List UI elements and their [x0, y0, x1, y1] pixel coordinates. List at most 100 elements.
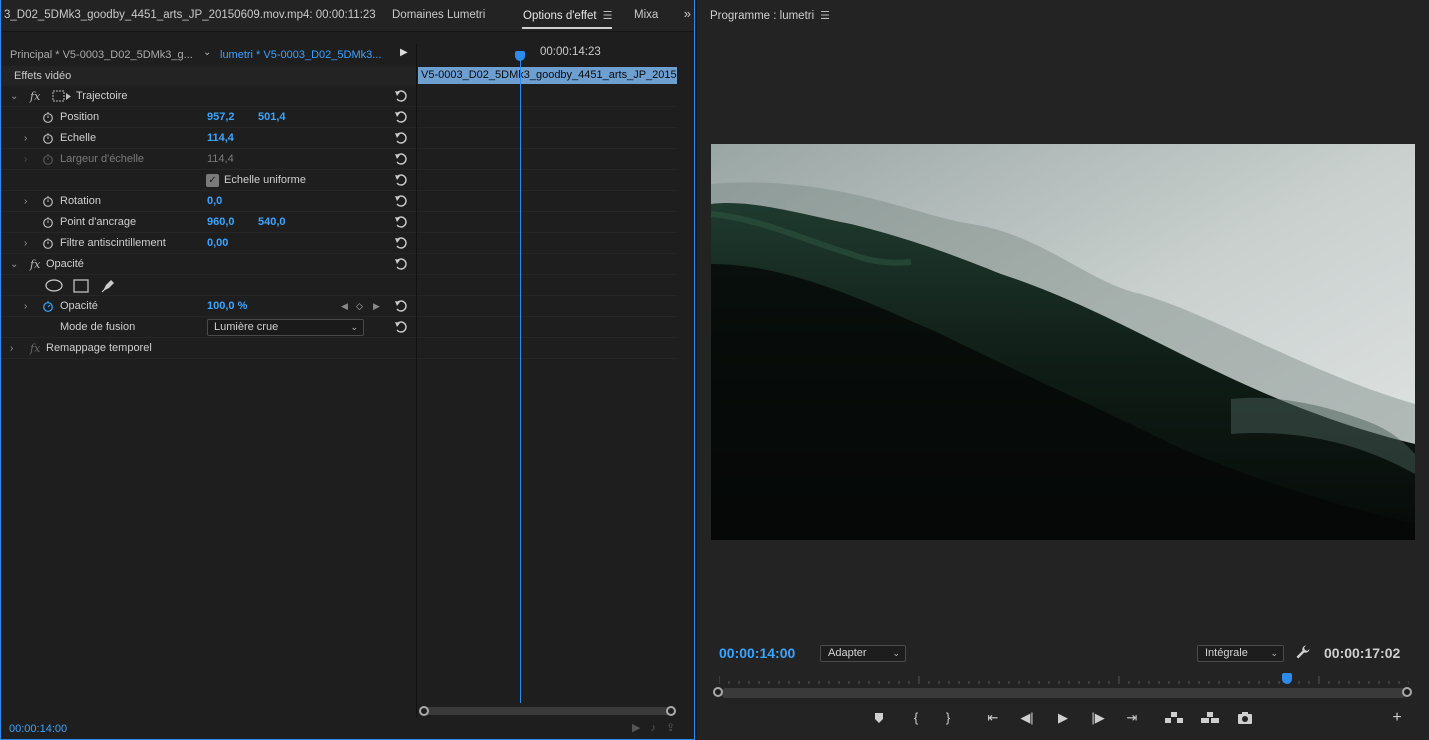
- stopwatch-icon[interactable]: [42, 132, 54, 144]
- expand-chevron-icon[interactable]: ›: [24, 233, 27, 254]
- effect-opacite[interactable]: ⌄ fx Opacité: [0, 254, 417, 275]
- chevron-down-icon: ⌄: [350, 322, 358, 332]
- scrub-start-handle[interactable]: [713, 687, 723, 697]
- add-button-icon[interactable]: +: [1387, 708, 1407, 728]
- chevron-down-icon[interactable]: ⌄: [203, 47, 211, 58]
- stopwatch-icon[interactable]: [42, 237, 54, 249]
- add-keyframe-icon[interactable]: ◇: [356, 296, 363, 317]
- timeline-scrub-bar[interactable]: [721, 688, 1407, 698]
- filter-audio-icon[interactable]: ▶♪: [632, 722, 666, 734]
- zoom-level-select[interactable]: Adapter ⌄: [820, 645, 906, 662]
- fx-toggle-icon[interactable]: fx: [30, 338, 40, 359]
- expand-chevron-icon[interactable]: ›: [24, 296, 27, 317]
- zoom-handle-right[interactable]: [666, 706, 676, 716]
- export-icon[interactable]: ⇪: [666, 722, 685, 734]
- timeline-clip[interactable]: V5-0003_D02_5DMk3_goodby_4451_arts_JP_20…: [418, 67, 677, 84]
- playback-resolution-value: Intégrale: [1205, 647, 1248, 659]
- go-to-out-icon[interactable]: ⇥: [1122, 708, 1142, 728]
- transform-handle-icon[interactable]: [52, 90, 72, 103]
- settings-wrench-icon[interactable]: [1295, 644, 1311, 660]
- stopwatch-active-icon[interactable]: [42, 300, 54, 312]
- tab-effect-controls[interactable]: Options d'effet ☰: [523, 9, 612, 22]
- tab-source[interactable]: 3_D02_5DMk3_goodby_4451_arts_JP_20150609…: [4, 9, 376, 21]
- rectangle-mask-icon[interactable]: [73, 279, 89, 293]
- reset-icon[interactable]: [394, 152, 408, 166]
- lift-icon[interactable]: [1164, 708, 1184, 728]
- reset-icon[interactable]: [394, 173, 408, 187]
- stopwatch-icon[interactable]: [42, 195, 54, 207]
- mark-out-icon[interactable]: }: [938, 708, 958, 728]
- panel-tab-bar: 3_D02_5DMk3_goodby_4451_arts_JP_20150609…: [0, 0, 695, 32]
- scrub-end-handle[interactable]: [1402, 687, 1412, 697]
- position-y-value[interactable]: 501,4: [258, 107, 286, 128]
- extract-icon[interactable]: [1200, 708, 1220, 728]
- panel-menu-icon[interactable]: ☰: [820, 9, 830, 22]
- scale-value[interactable]: 114,4: [207, 128, 234, 149]
- reset-icon[interactable]: [394, 194, 408, 208]
- mark-in-icon[interactable]: {: [906, 708, 926, 728]
- zoom-handle-left[interactable]: [419, 706, 429, 716]
- sequence-clip-tab[interactable]: lumetri * V5-0003_D02_5DMk3...: [220, 49, 381, 61]
- uniform-scale-checkbox[interactable]: ✓: [206, 174, 219, 187]
- zoom-level-value: Adapter: [828, 647, 867, 659]
- expand-chevron-icon[interactable]: ›: [24, 191, 27, 212]
- export-frame-icon[interactable]: [1235, 708, 1255, 728]
- reset-icon[interactable]: [394, 131, 408, 145]
- anchor-y-value[interactable]: 540,0: [258, 212, 286, 233]
- playhead-handle[interactable]: [515, 51, 525, 61]
- ellipse-mask-icon[interactable]: [45, 279, 63, 292]
- master-clip-tab[interactable]: Principal * V5-0003_D02_5DMk3_g...: [10, 49, 193, 61]
- time-ruler-ticks[interactable]: [719, 676, 1409, 684]
- tab-audio-mixer[interactable]: Mixa: [634, 9, 658, 21]
- param-label: Point d'ancrage: [60, 216, 137, 228]
- prev-keyframe-icon[interactable]: ◀: [341, 296, 348, 317]
- step-back-icon[interactable]: ◀|: [1017, 708, 1037, 728]
- next-keyframe-icon[interactable]: ▶: [373, 296, 380, 317]
- reset-icon[interactable]: [394, 299, 408, 313]
- expand-chevron-icon[interactable]: ⌄: [10, 86, 18, 107]
- opacity-value[interactable]: 100,0 %: [207, 296, 247, 317]
- marker-icon[interactable]: [869, 708, 889, 728]
- stopwatch-icon[interactable]: [42, 111, 54, 123]
- panel-menu-icon[interactable]: ☰: [603, 9, 613, 22]
- program-monitor-title[interactable]: Programme : lumetri ☰: [710, 9, 830, 22]
- anti-flicker-value[interactable]: 0,00: [207, 233, 228, 254]
- timeline-zoom-scrollbar[interactable]: [423, 707, 675, 715]
- effect-remappage-temporel[interactable]: › fx Remappage temporel: [0, 338, 417, 359]
- effect-trajectoire[interactable]: ⌄ fx Trajectoire: [0, 86, 417, 107]
- playback-resolution-select[interactable]: Intégrale ⌄: [1197, 645, 1284, 662]
- checkbox-label: Echelle uniforme: [224, 174, 306, 186]
- fx-toggle-icon[interactable]: fx: [30, 86, 40, 107]
- reset-icon[interactable]: [394, 320, 408, 334]
- reset-icon[interactable]: [394, 215, 408, 229]
- go-to-in-icon[interactable]: ⇤: [983, 708, 1003, 728]
- expand-chevron-icon[interactable]: ⌄: [10, 254, 18, 275]
- tab-lumetri-scopes[interactable]: Domaines Lumetri: [392, 9, 485, 21]
- fx-toggle-icon[interactable]: fx: [30, 254, 40, 275]
- stopwatch-icon: [43, 154, 53, 165]
- expand-chevron-icon[interactable]: ›: [24, 128, 27, 149]
- reset-icon[interactable]: [394, 236, 408, 250]
- status-bar: [0, 718, 693, 739]
- program-video-frame[interactable]: [711, 144, 1415, 540]
- position-x-value[interactable]: 957,2: [207, 107, 235, 128]
- scrub-playhead[interactable]: [1281, 673, 1292, 684]
- reset-icon[interactable]: [394, 89, 408, 103]
- expand-chevron-icon[interactable]: ›: [10, 338, 13, 359]
- anchor-x-value[interactable]: 960,0: [207, 212, 235, 233]
- tab-overflow-icon[interactable]: »: [684, 6, 691, 21]
- stopwatch-icon[interactable]: [42, 216, 54, 228]
- play-icon[interactable]: ▶: [1053, 708, 1073, 728]
- expand-chevron-icon: ›: [24, 154, 28, 165]
- status-timecode[interactable]: 00:00:14:00: [9, 723, 67, 735]
- mask-tools-row: [0, 275, 417, 296]
- step-forward-icon[interactable]: |▶: [1088, 708, 1108, 728]
- param-opacite: › Opacité 100,0 % ◀ ◇ ▶: [0, 296, 417, 317]
- blend-mode-select[interactable]: Lumière crue ⌄: [207, 319, 364, 336]
- rotation-value[interactable]: 0,0: [207, 191, 222, 212]
- current-timecode[interactable]: 00:00:14:00: [719, 645, 795, 661]
- reset-icon[interactable]: [394, 257, 408, 271]
- reset-icon[interactable]: [394, 110, 408, 124]
- pen-mask-icon[interactable]: [100, 278, 116, 294]
- show-timeline-icon[interactable]: ▶: [400, 47, 408, 58]
